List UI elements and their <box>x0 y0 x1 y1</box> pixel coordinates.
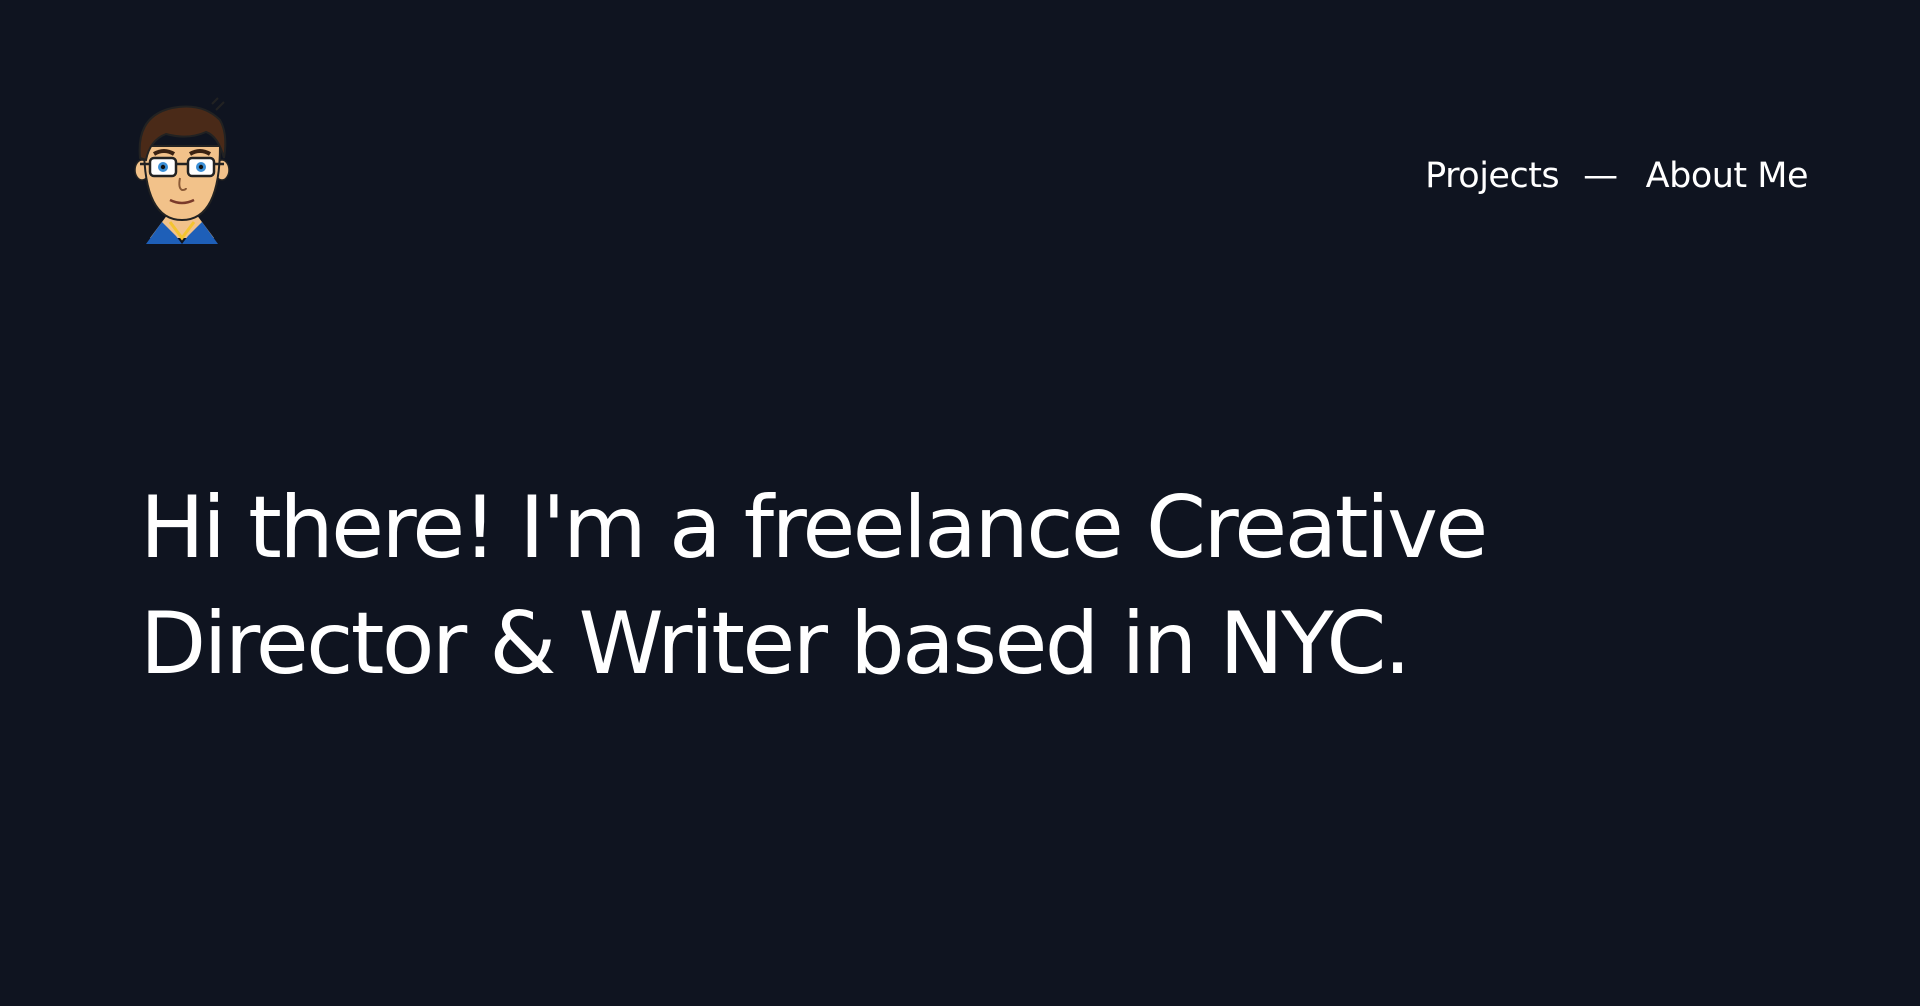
nav-link-projects[interactable]: Projects <box>1425 156 1559 196</box>
avatar-icon <box>134 97 230 244</box>
main-nav: Projects — About Me <box>1425 156 1808 196</box>
nav-link-about-me[interactable]: About Me <box>1646 156 1809 196</box>
nav-separator: — <box>1583 156 1618 196</box>
hero-heading: Hi there! I'm a freelance Creative Direc… <box>140 478 1488 694</box>
avatar <box>132 96 232 244</box>
